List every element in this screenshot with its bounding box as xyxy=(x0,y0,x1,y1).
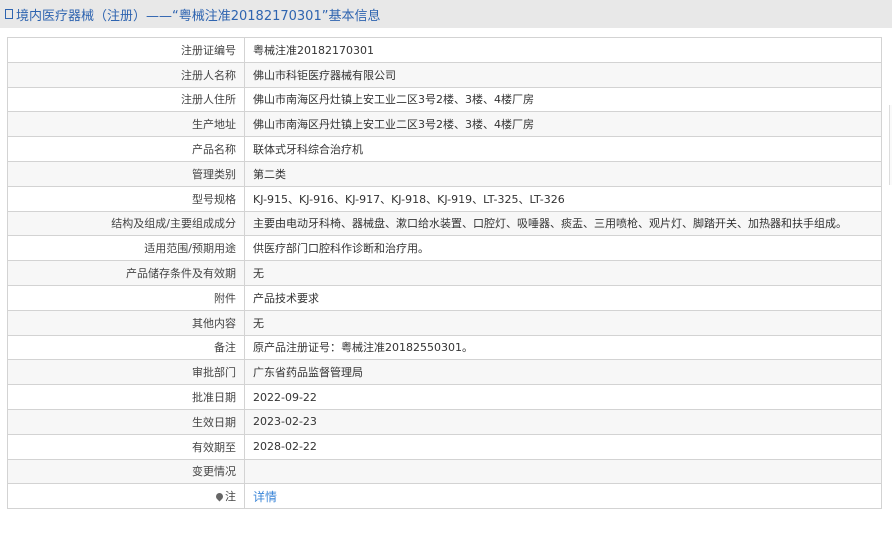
row-label: 备注 xyxy=(7,334,245,361)
row-label: 注册人名称 xyxy=(7,61,245,88)
table-row: 管理类别 第二类 xyxy=(7,160,882,187)
row-value: 详情 xyxy=(244,483,882,510)
row-label: 注册证编号 xyxy=(7,37,245,63)
table-row: 注册人名称 佛山市科钜医疗器械有限公司 xyxy=(7,61,882,88)
pin-icon xyxy=(214,491,225,502)
row-label: 附件 xyxy=(7,284,245,311)
table-row: 产品名称 联体式牙科综合治疗机 xyxy=(7,136,882,162)
row-label: 产品储存条件及有效期 xyxy=(7,260,245,286)
table-row: 有效期至 2028-02-22 xyxy=(7,433,882,460)
row-value: 第二类 xyxy=(244,160,882,187)
page-title: 境内医疗器械（注册）——“粤械注准20182170301”基本信息 xyxy=(16,8,381,24)
row-value: 供医疗部门口腔科作诊断和治疗用。 xyxy=(244,235,882,262)
details-link[interactable]: 详情 xyxy=(253,490,277,504)
table-row: 变更情况 xyxy=(7,458,882,485)
table-row: 其他内容无 xyxy=(7,309,882,336)
row-value: 产品技术要求 xyxy=(244,284,882,311)
row-label: 生产地址 xyxy=(7,111,245,138)
row-label: 管理类别 xyxy=(7,160,245,187)
row-label: 结构及组成/主要组成成分 xyxy=(7,210,245,237)
table-row: 注册证编号 粤械注准20182170301 xyxy=(7,37,882,63)
row-label: 型号规格 xyxy=(7,185,245,212)
row-value: 广东省药品监督管理局 xyxy=(244,359,882,386)
row-value: 粤械注准20182170301 xyxy=(244,37,882,63)
table-row: 生效日期 2023-02-23 xyxy=(7,408,882,435)
table-row: 附件 产品技术要求 xyxy=(7,284,882,311)
row-value: 佛山市科钜医疗器械有限公司 xyxy=(244,61,882,88)
row-value: 原产品注册证号：粤械注准20182550301。 xyxy=(244,334,882,361)
row-label: 注 xyxy=(7,483,245,510)
row-value: 主要由电动牙科椅、器械盘、漱口给水装置、口腔灯、吸唾器、痰盂、三用喷枪、观片灯、… xyxy=(244,210,882,237)
row-value: 2028-02-22 xyxy=(244,433,882,460)
info-table: 注册证编号 粤械注准20182170301 注册人名称 佛山市科钜医疗器械有限公司 注册… xyxy=(7,37,882,510)
row-label: 产品名称 xyxy=(7,136,245,162)
row-label: 批准日期 xyxy=(7,384,245,410)
row-label: 有效期至 xyxy=(7,433,245,460)
table-row: 产品储存条件及有效期无 xyxy=(7,260,882,286)
row-value: 佛山市南海区丹灶镇上安工业二区3号2楼、3楼、4楼厂房 xyxy=(244,111,882,138)
row-value: 2022-09-22 xyxy=(244,384,882,410)
row-label: 审批部门 xyxy=(7,359,245,386)
row-label: 生效日期 xyxy=(7,408,245,435)
table-row: 批准日期 2022-09-22 xyxy=(7,384,882,410)
table-row: 适用范围/预期用途 供医疗部门口腔科作诊断和治疗用。 xyxy=(7,235,882,262)
table-row: 型号规格 KJ-915、KJ-916、KJ-917、KJ-918、KJ-919、L… xyxy=(7,185,882,212)
table-row-note: 注 详情 xyxy=(7,483,882,510)
table-row: 注册人住所 佛山市南海区丹灶镇上安工业二区3号2楼、3楼、4楼厂房 xyxy=(7,86,882,113)
document-icon xyxy=(5,9,13,19)
row-label: 适用范围/预期用途 xyxy=(7,235,245,262)
table-row: 生产地址 佛山市南海区丹灶镇上安工业二区3号2楼、3楼、4楼厂房 xyxy=(7,111,882,138)
row-value: 联体式牙科综合治疗机 xyxy=(244,136,882,162)
table-row: 结构及组成/主要组成成分 主要由电动牙科椅、器械盘、漱口给水装置、口腔灯、吸唾器、… xyxy=(7,210,882,237)
page-header: 境内医疗器械（注册）——“粤械注准20182170301”基本信息 xyxy=(0,0,892,28)
row-label: 注册人住所 xyxy=(7,86,245,113)
row-value: KJ-915、KJ-916、KJ-917、KJ-918、KJ-919、LT-32… xyxy=(244,185,882,212)
row-label: 其他内容 xyxy=(7,309,245,336)
row-value: 佛山市南海区丹灶镇上安工业二区3号2楼、3楼、4楼厂房 xyxy=(244,86,882,113)
row-value xyxy=(244,458,882,485)
table-row: 备注 原产品注册证号：粤械注准20182550301。 xyxy=(7,334,882,361)
table-row: 审批部门 广东省药品监督管理局 xyxy=(7,359,882,386)
row-value: 无 xyxy=(244,260,882,286)
row-value: 2023-02-23 xyxy=(244,408,882,435)
note-label: 注 xyxy=(225,490,236,504)
row-value: 无 xyxy=(244,309,882,336)
row-label: 变更情况 xyxy=(7,458,245,485)
